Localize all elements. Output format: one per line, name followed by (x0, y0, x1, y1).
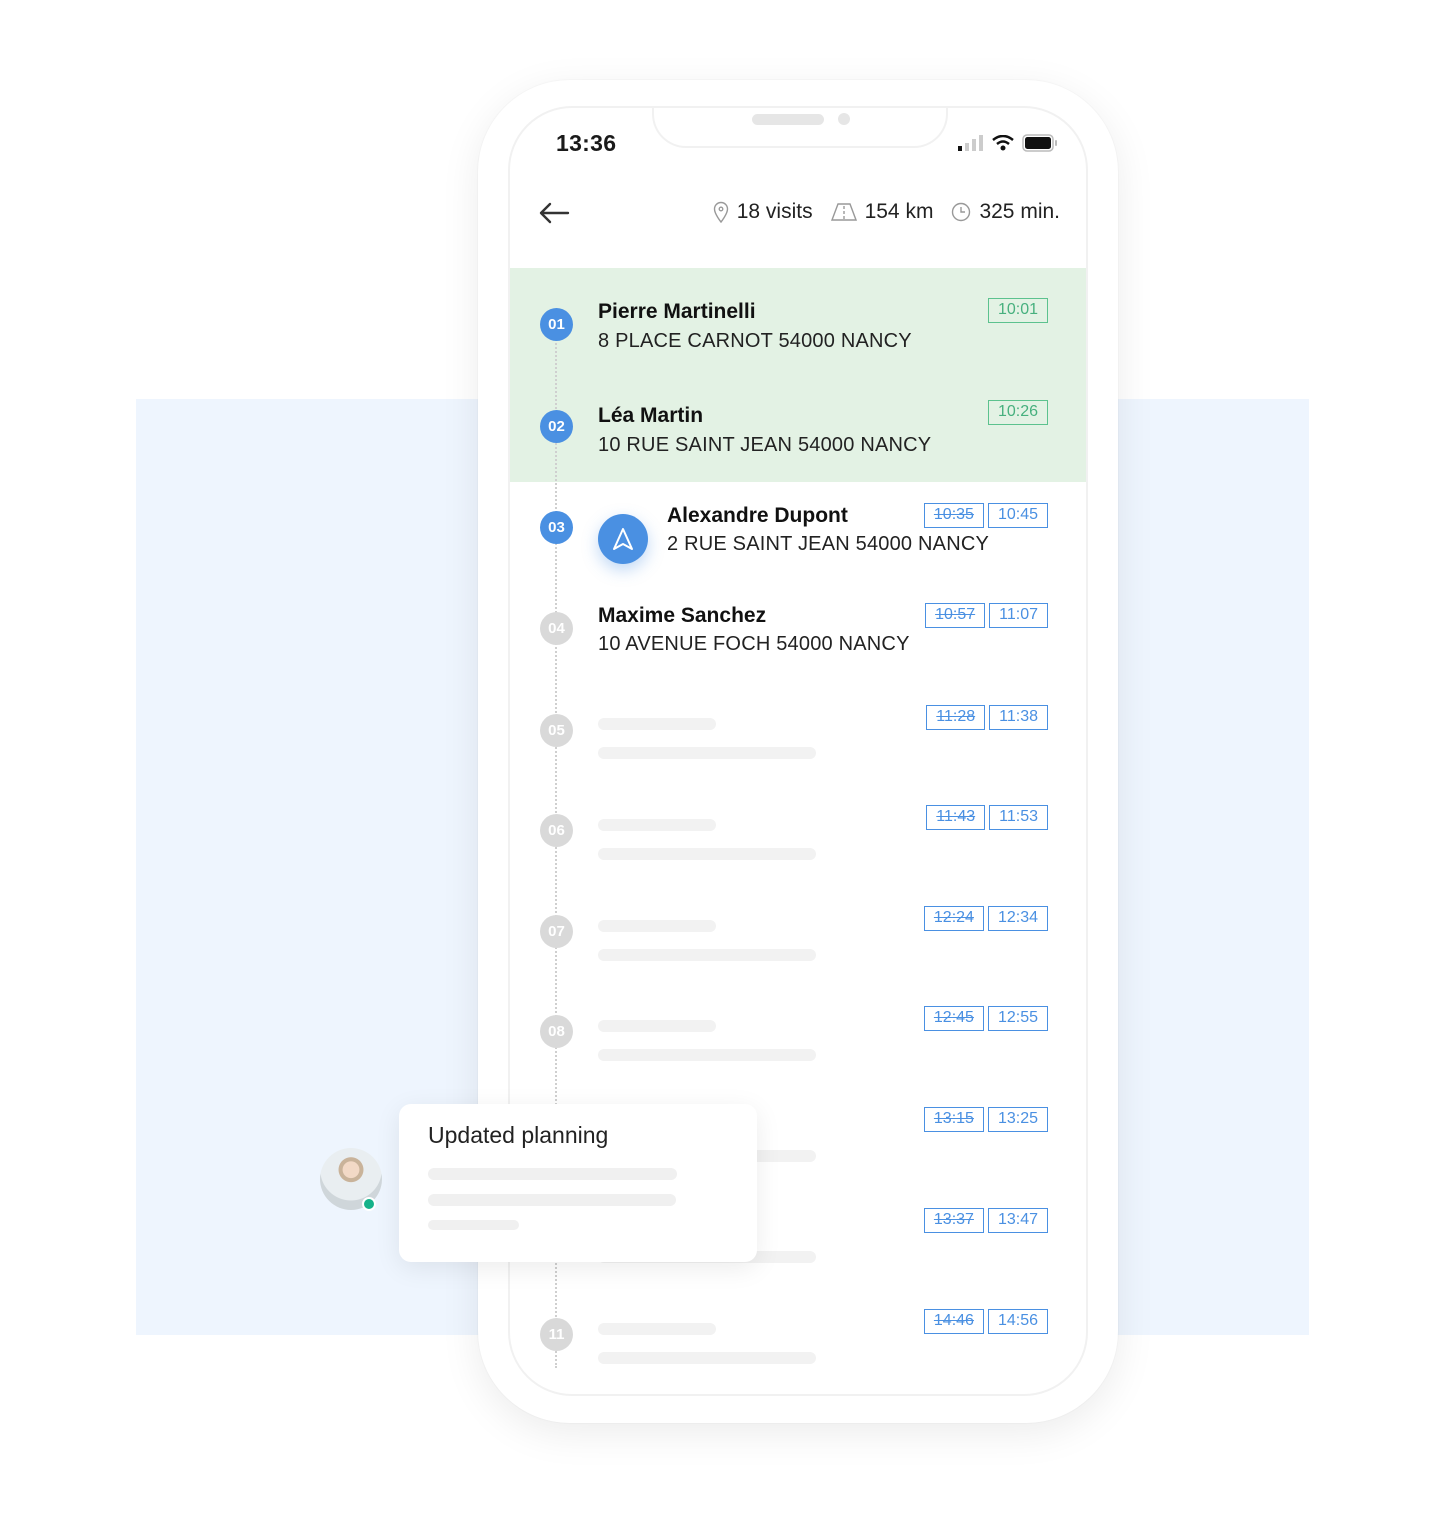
skeleton-line (598, 819, 716, 831)
visit-time: 14:56 (987, 1309, 1048, 1334)
visit-times: 10:26 (987, 400, 1048, 425)
notch (652, 108, 948, 148)
visit-time: 13:47 (987, 1208, 1048, 1233)
visit-address: 10 RUE SAINT JEAN 54000 NANCY (598, 434, 932, 456)
arrow-left-icon (539, 202, 570, 224)
visit-number: 07 (540, 915, 573, 948)
status-icons (958, 134, 1058, 152)
visit-old-time: 12:45 (923, 1006, 984, 1031)
visit-number: 02 (540, 410, 573, 443)
camera (838, 113, 850, 125)
skeleton-line (598, 1020, 716, 1032)
visit-row[interactable]: 02 Léa Martin 10 RUE SAINT JEAN 54000 NA… (510, 390, 1086, 490)
visit-old-time: 11:28 (926, 705, 986, 730)
skeleton-line (598, 949, 816, 961)
visit-old-time: 11:43 (926, 805, 986, 830)
skeleton-line (598, 1049, 816, 1061)
notification-title: Updated planning (428, 1122, 609, 1148)
visit-number: 06 (540, 814, 573, 847)
visit-old-time: 13:15 (923, 1107, 984, 1132)
visit-name: Pierre Martinelli (598, 300, 756, 323)
visit-row-placeholder[interactable]: 08 12:45 12:55 (510, 993, 1086, 1093)
route-header: 18 visits 154 km 325 min. (510, 188, 1086, 248)
skeleton-line (428, 1168, 677, 1180)
visit-number: 11 (540, 1318, 573, 1351)
visit-time: 11:38 (989, 705, 1048, 730)
stat-duration-label: 325 min. (979, 200, 1060, 223)
navigation-arrow-icon (613, 528, 633, 550)
visit-time: 10:45 (987, 503, 1048, 528)
visit-times: 12:45 12:55 (923, 1006, 1048, 1031)
stat-visits-label: 18 visits (736, 200, 813, 223)
visit-times: 13:37 13:47 (923, 1208, 1048, 1233)
stat-duration: 325 min. (951, 200, 1060, 224)
status-time: 13:36 (556, 130, 617, 156)
visit-row[interactable]: 03 Alexandre Dupont 2 RUE SAINT JEAN 540… (510, 490, 1086, 590)
signal-icon (958, 135, 983, 151)
visit-times: 14:46 14:56 (923, 1309, 1048, 1334)
visit-row-placeholder[interactable]: 06 11:43 11:53 (510, 792, 1086, 892)
route-stats: 18 visits 154 km 325 min. (713, 200, 1060, 224)
visit-time: 13:25 (987, 1107, 1048, 1132)
visit-time: 10:01 (987, 298, 1048, 323)
visit-number: 05 (540, 714, 573, 747)
visit-address: 2 RUE SAINT JEAN 54000 NANCY (667, 533, 990, 555)
wifi-icon (992, 135, 1014, 151)
battery-icon (1022, 134, 1057, 152)
visit-old-time: 10:57 (925, 603, 986, 628)
visit-name: Alexandre Dupont (667, 504, 848, 527)
visit-times: 10:35 10:45 (923, 503, 1048, 528)
visit-times: 11:28 11:38 (926, 705, 1048, 730)
visit-row-placeholder[interactable]: 11 14:46 14:56 (510, 1296, 1086, 1394)
visit-number: 01 (540, 308, 573, 341)
visit-times: 12:24 12:34 (923, 906, 1048, 931)
visit-times: 13:15 13:25 (923, 1107, 1048, 1132)
visit-old-time: 13:37 (923, 1208, 984, 1233)
visit-row[interactable]: 01 Pierre Martinelli 8 PLACE CARNOT 5400… (510, 288, 1086, 388)
visit-time: 12:34 (987, 906, 1048, 931)
visit-row[interactable]: 04 Maxime Sanchez 10 AVENUE FOCH 54000 N… (510, 591, 1086, 691)
map-pin-icon (713, 201, 728, 223)
skeleton-line (428, 1194, 676, 1206)
navigate-button[interactable] (598, 514, 648, 564)
visit-row-placeholder[interactable]: 05 11:28 11:38 (510, 692, 1086, 792)
skeleton-line (598, 718, 716, 730)
visit-row-placeholder[interactable]: 07 12:24 12:34 (510, 893, 1086, 993)
skeleton-line (598, 848, 816, 860)
online-status-dot (362, 1197, 376, 1211)
visit-name: Léa Martin (598, 404, 704, 427)
updated-planning-notification[interactable]: Updated planning (399, 1104, 757, 1262)
visit-old-time: 10:35 (923, 503, 984, 528)
stat-visits: 18 visits (713, 200, 813, 224)
speaker (752, 114, 824, 125)
visit-address: 10 AVENUE FOCH 54000 NANCY (598, 633, 910, 655)
skeleton-line (598, 1352, 816, 1364)
visit-number: 03 (540, 511, 573, 544)
visit-time: 10:26 (987, 400, 1048, 425)
visit-number: 04 (540, 612, 573, 645)
visit-number: 08 (540, 1015, 573, 1048)
visit-time: 11:53 (989, 805, 1048, 830)
visit-address: 8 PLACE CARNOT 54000 NANCY (598, 330, 912, 352)
clock-icon (952, 202, 971, 222)
skeleton-line (598, 920, 716, 932)
visit-old-time: 14:46 (923, 1309, 984, 1334)
stat-distance: 154 km (830, 200, 934, 224)
visit-time: 11:07 (989, 603, 1048, 628)
skeleton-line (428, 1220, 519, 1230)
visit-times: 11:43 11:53 (926, 805, 1048, 830)
visit-old-time: 12:24 (923, 906, 984, 931)
skeleton-line (598, 747, 816, 759)
visit-time: 12:55 (987, 1006, 1048, 1031)
visit-name: Maxime Sanchez (598, 604, 767, 627)
visit-times: 10:01 (987, 298, 1048, 323)
road-icon (830, 203, 857, 221)
back-button[interactable] (538, 200, 570, 230)
skeleton-line (598, 1323, 716, 1335)
visit-times: 10:57 11:07 (925, 603, 1048, 628)
stat-distance-label: 154 km (864, 200, 934, 223)
